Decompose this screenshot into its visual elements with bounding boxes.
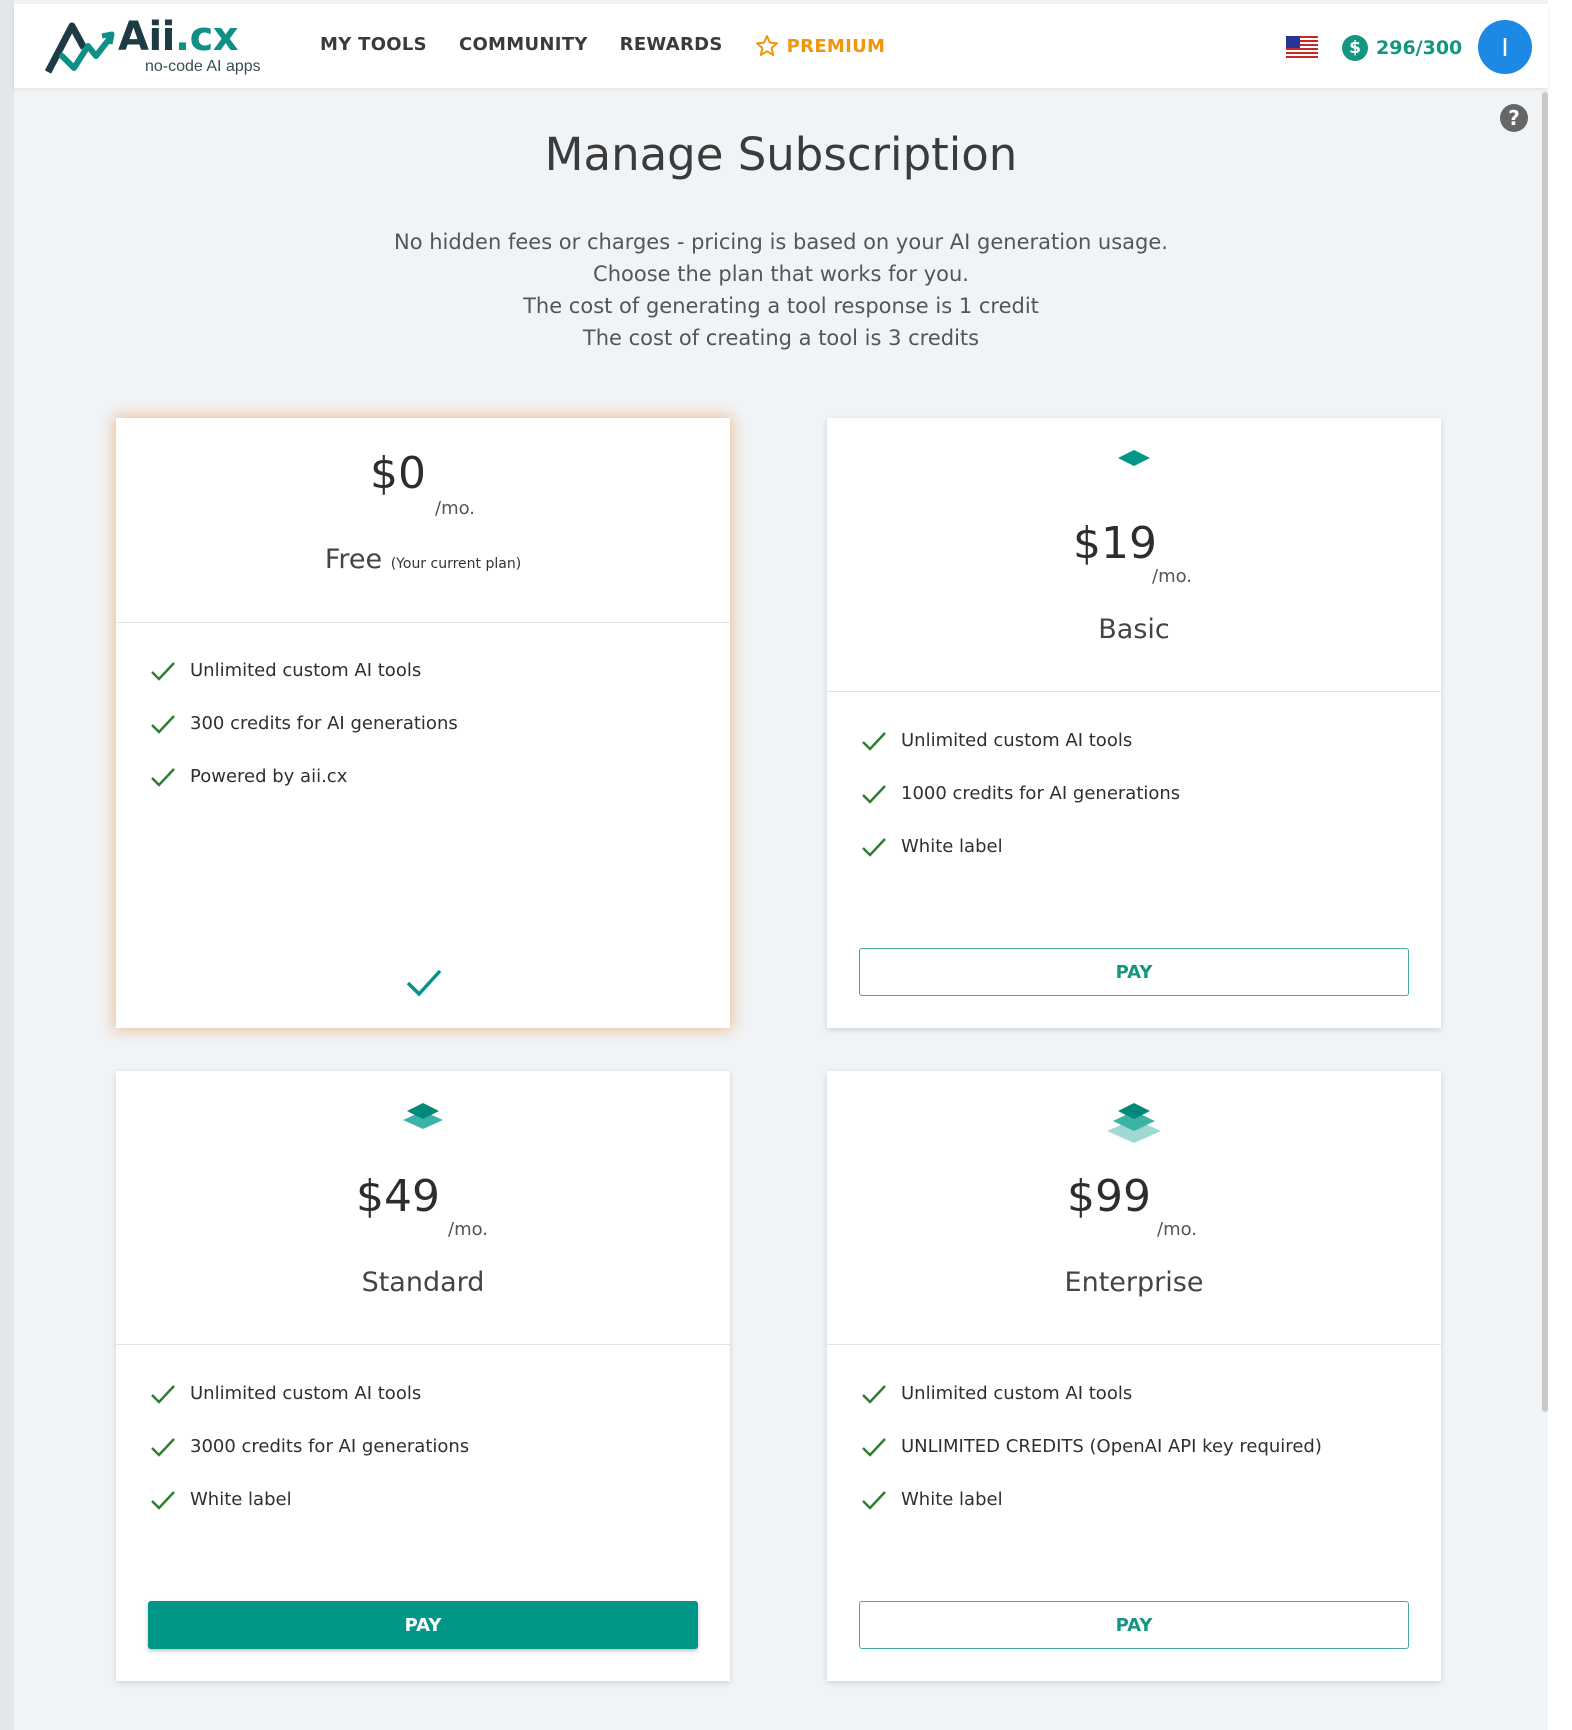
- plan-price: $0: [370, 448, 426, 499]
- plan-card-standard: $49 /mo. Standard Unlimited custom AI to…: [116, 1071, 730, 1681]
- feature-list: Unlimited custom AI tools UNLIMITED CRED…: [861, 1367, 1322, 1526]
- plan-price: $99: [1067, 1171, 1151, 1222]
- plan-card-header: $49 /mo. Standard: [116, 1071, 730, 1345]
- plan-period: /mo.: [448, 1219, 489, 1240]
- check-icon: [862, 784, 886, 804]
- logo[interactable]: Aii.cx no-code AI apps: [44, 14, 284, 80]
- intro-line: The cost of creating a tool is 3 credits: [582, 326, 980, 350]
- plan-period: /mo.: [435, 498, 476, 519]
- star-icon: [755, 35, 778, 56]
- plan-card-header: $99 /mo. Enterprise: [827, 1071, 1441, 1345]
- credits-counter[interactable]: $ 296/300: [1342, 35, 1462, 61]
- check-icon: [862, 731, 886, 751]
- feature-item: 1000 credits for AI generations: [861, 767, 1180, 820]
- check-icon: [151, 767, 175, 787]
- feature-item: Unlimited custom AI tools: [150, 644, 458, 697]
- check-icon: [862, 837, 886, 857]
- feature-list: Unlimited custom AI tools 300 credits fo…: [150, 644, 458, 803]
- credits-value: 296/300: [1376, 37, 1463, 59]
- feature-item: 3000 credits for AI generations: [150, 1420, 469, 1473]
- feature-item: Unlimited custom AI tools: [861, 1367, 1322, 1420]
- feature-item: UNLIMITED CREDITS (OpenAI API key requir…: [861, 1420, 1322, 1473]
- feature-text: UNLIMITED CREDITS (OpenAI API key requir…: [901, 1436, 1322, 1457]
- feature-text: 1000 credits for AI generations: [901, 783, 1181, 804]
- intro-text: No hidden fees or charges - pricing is b…: [14, 226, 1548, 354]
- logo-tagline: no-code AI apps: [145, 58, 261, 75]
- feature-text: Unlimited custom AI tools: [901, 1383, 1133, 1404]
- feature-text: White label: [190, 1489, 292, 1510]
- feature-text: Powered by aii.cx: [190, 766, 348, 787]
- pay-button-standard[interactable]: PAY: [148, 1601, 698, 1649]
- feature-item: Powered by aii.cx: [150, 750, 458, 803]
- plan-name: Standard: [361, 1267, 485, 1298]
- plan-name: Enterprise: [1064, 1267, 1204, 1298]
- feature-item: White label: [150, 1473, 469, 1526]
- logo-name: Aii.cx: [118, 14, 239, 60]
- plan-card-basic: $19 /mo. Basic Unlimited custom AI tools…: [827, 418, 1441, 1028]
- single-layer-icon: [1118, 450, 1150, 466]
- intro-line: The cost of generating a tool response i…: [523, 294, 1039, 318]
- nav-premium[interactable]: PREMIUM: [755, 34, 886, 58]
- current-plan-note: (Your current plan): [390, 556, 522, 572]
- us-flag-icon[interactable]: [1286, 36, 1318, 58]
- check-icon: [862, 1384, 886, 1404]
- triple-layer-icon: [1107, 1103, 1161, 1143]
- feature-item: White label: [861, 1473, 1322, 1526]
- intro-line: Choose the plan that works for you.: [593, 262, 969, 286]
- check-icon: [151, 1490, 175, 1510]
- plan-card-header: $19 /mo. Basic: [827, 418, 1441, 692]
- plan-card-enterprise: $99 /mo. Enterprise Unlimited custom AI …: [827, 1071, 1441, 1681]
- check-icon: [151, 1384, 175, 1404]
- current-plan-check-icon: [406, 969, 442, 997]
- check-icon: [151, 714, 175, 734]
- feature-list: Unlimited custom AI tools 3000 credits f…: [150, 1367, 469, 1526]
- user-avatar[interactable]: I: [1478, 20, 1532, 74]
- premium-label: PREMIUM: [786, 35, 886, 57]
- page-title: Manage Subscription: [544, 128, 1018, 181]
- right-edge: [1548, 0, 1572, 1730]
- plan-name: Free (Your current plan): [324, 544, 522, 575]
- check-icon: [862, 1490, 886, 1510]
- plan-name: Basic: [1098, 614, 1170, 645]
- top-header: Aii.cx no-code AI apps MY TOOLS COMMUNIT…: [14, 4, 1548, 88]
- plan-price: $49: [356, 1171, 440, 1222]
- feature-item: 300 credits for AI generations: [150, 697, 458, 750]
- feature-item: Unlimited custom AI tools: [150, 1367, 469, 1420]
- check-icon: [151, 661, 175, 681]
- check-icon: [862, 1437, 886, 1457]
- feature-text: Unlimited custom AI tools: [190, 1383, 422, 1404]
- nav-my-tools[interactable]: MY TOOLS: [320, 34, 427, 58]
- check-icon: [151, 1437, 175, 1457]
- feature-item: White label: [861, 820, 1180, 873]
- feature-list: Unlimited custom AI tools 1000 credits f…: [861, 714, 1180, 873]
- plan-price: $19: [1073, 518, 1157, 569]
- double-layer-icon: [403, 1103, 443, 1129]
- plan-card-free: $0 /mo. Free (Your current plan) Unlimit…: [116, 418, 730, 1028]
- nav-community[interactable]: COMMUNITY: [459, 34, 588, 58]
- feature-text: White label: [901, 836, 1003, 857]
- logo-mark-icon: [44, 22, 115, 74]
- plan-period: /mo.: [1152, 566, 1193, 587]
- dollar-coin-icon: $: [1342, 35, 1368, 61]
- left-edge: [0, 0, 14, 1730]
- pay-button-basic[interactable]: PAY: [859, 948, 1409, 996]
- feature-text: Unlimited custom AI tools: [190, 660, 422, 681]
- plan-period: /mo.: [1157, 1219, 1198, 1240]
- feature-text: White label: [901, 1489, 1003, 1510]
- main-nav: MY TOOLS COMMUNITY REWARDS PREMIUM: [320, 34, 885, 58]
- feature-item: Unlimited custom AI tools: [861, 714, 1180, 767]
- feature-text: 3000 credits for AI generations: [190, 1436, 470, 1457]
- pay-button-enterprise[interactable]: PAY: [859, 1601, 1409, 1649]
- nav-rewards[interactable]: REWARDS: [620, 34, 723, 58]
- feature-text: Unlimited custom AI tools: [901, 730, 1133, 751]
- intro-line: No hidden fees or charges - pricing is b…: [394, 230, 1168, 254]
- feature-text: 300 credits for AI generations: [190, 713, 458, 734]
- plan-card-header: $0 /mo. Free (Your current plan): [116, 418, 730, 623]
